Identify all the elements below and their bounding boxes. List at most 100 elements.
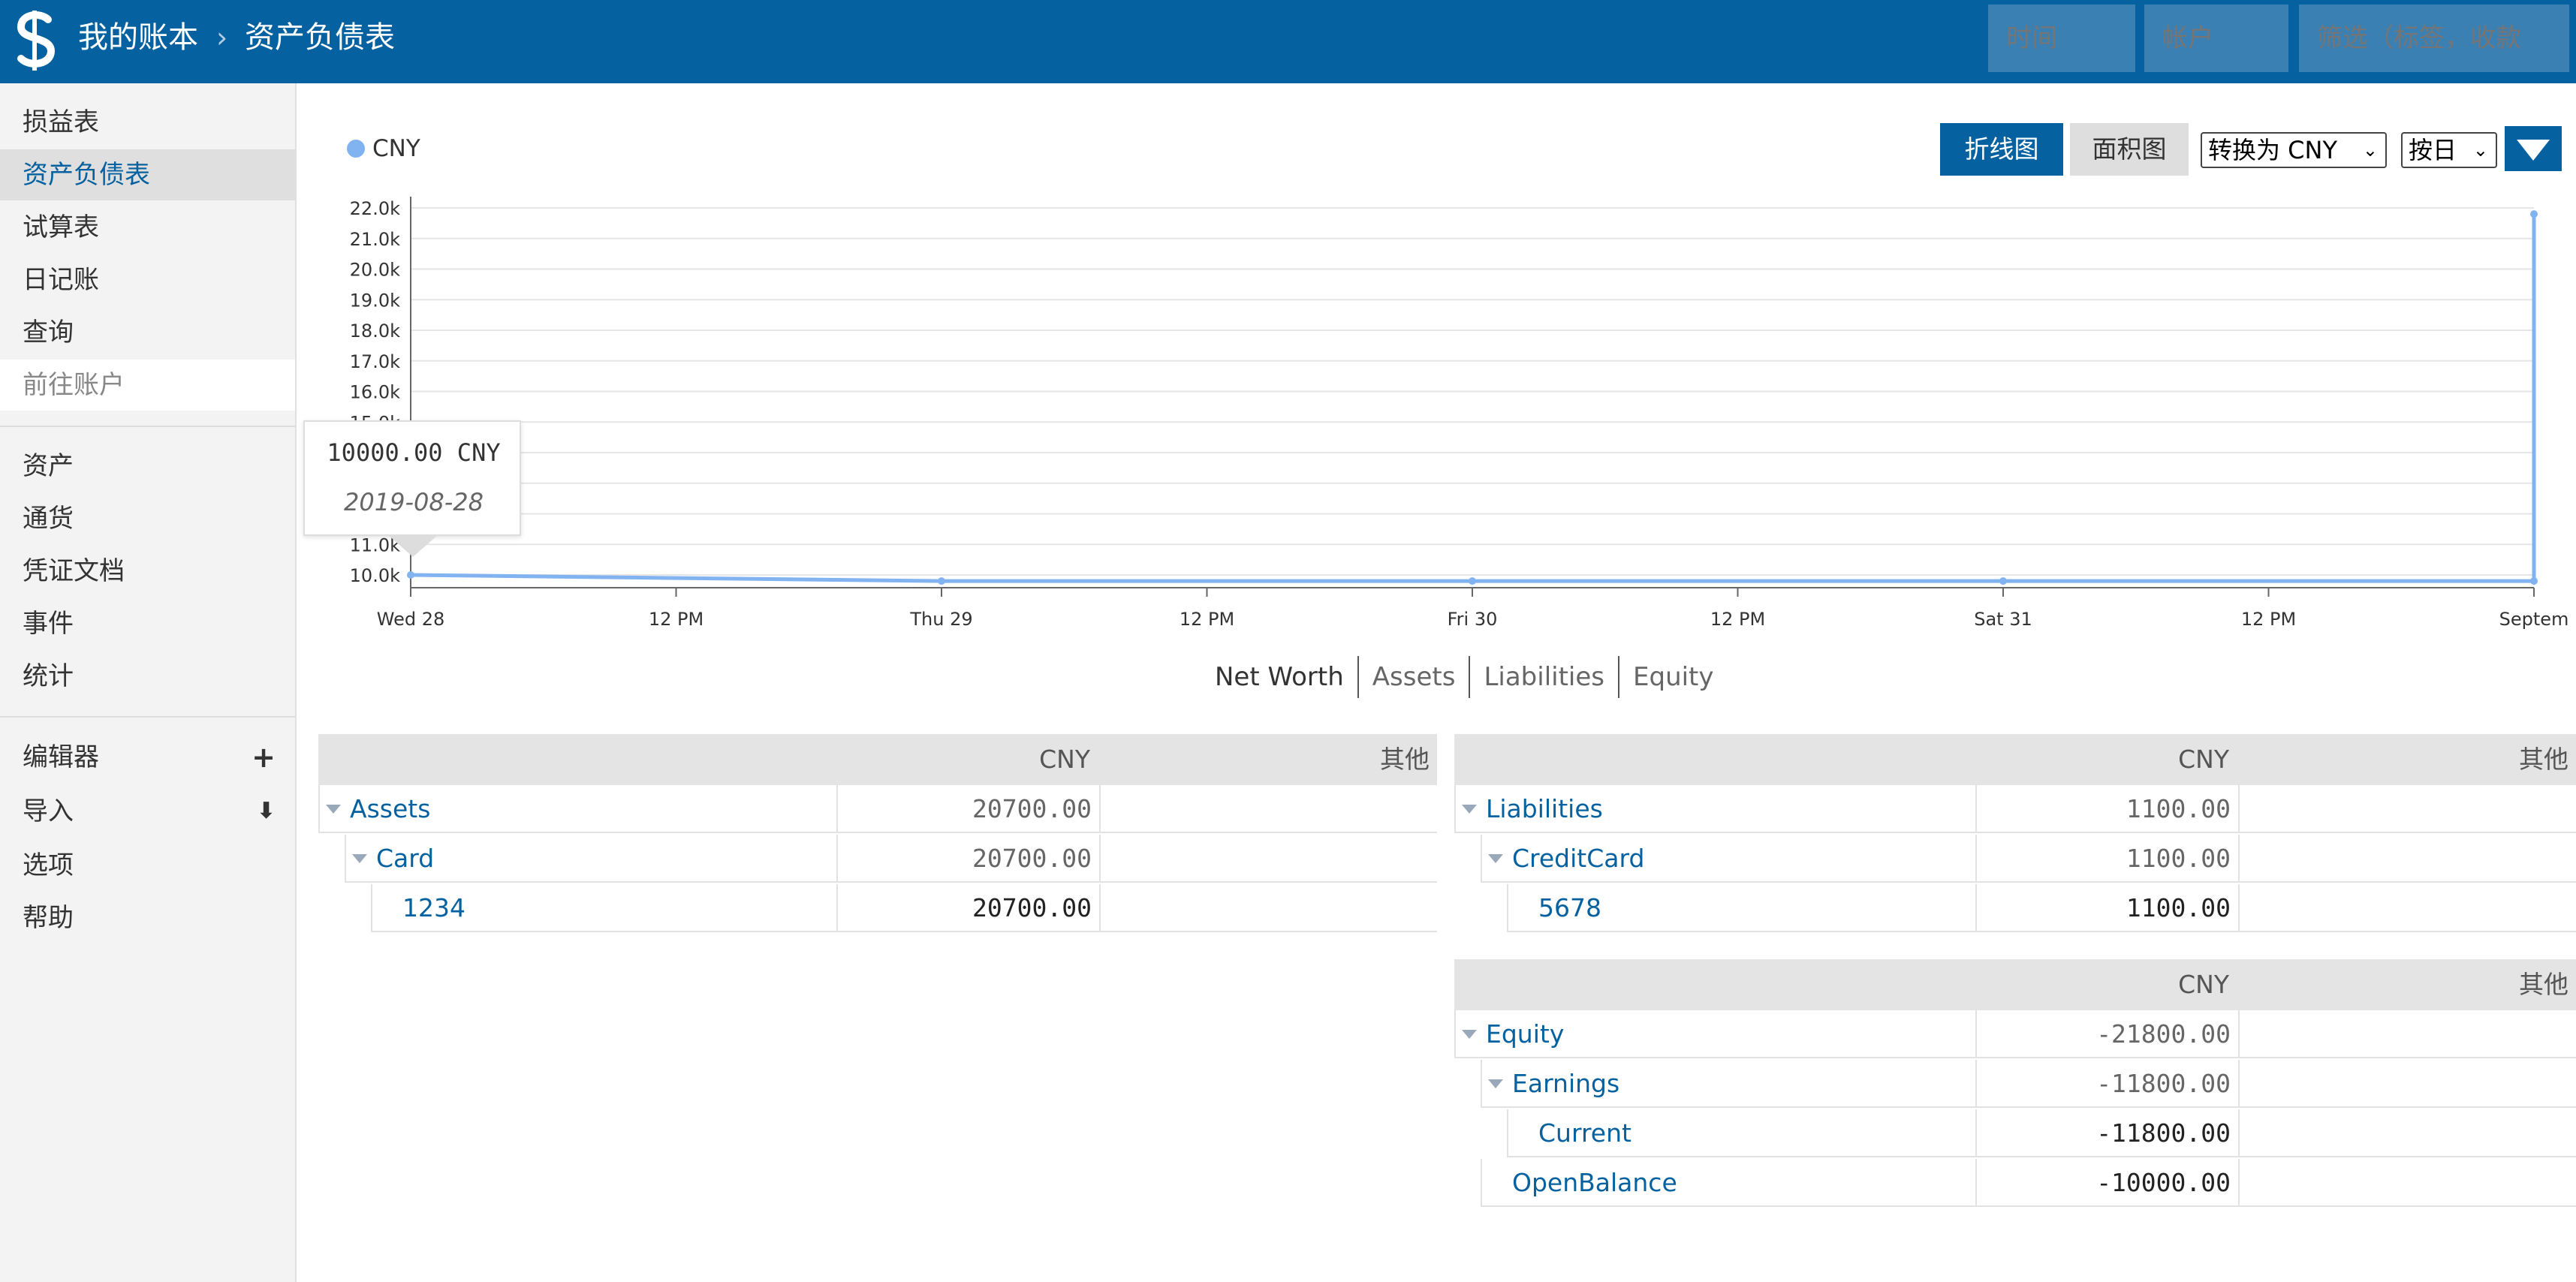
table-row[interactable]: Equity -21800.00 [1454,1010,2576,1058]
tab-assets[interactable]: Assets [1357,656,1469,698]
sidebar-item-label: 前往账户 [23,370,125,400]
equity-tree-table: CNY 其他 Equity -21800.00 Earnings -11800.00 Cur… [1454,959,2576,1214]
sidebar-item-documents[interactable]: 凭证文档 [0,546,295,597]
sidebar-item-balance-sheet[interactable]: 资产负债表 [0,149,295,200]
x-tick-label: Wed 28 [377,609,445,630]
sidebar-item-income-statement[interactable]: 损益表 [0,97,295,148]
sidebar-item-label: 资产负债表 [23,160,150,190]
account-link[interactable]: Liabilities [1486,785,1603,833]
sidebar-item-label: 事件 [23,609,74,639]
legend-label[interactable]: CNY [372,134,420,164]
sidebar-item-query[interactable]: 查询 [0,307,295,358]
table-row[interactable]: CreditCard 1100.00 [1481,835,2576,883]
account-link[interactable]: Earnings [1512,1060,1619,1108]
download-icon[interactable]: ⬇ [257,786,276,837]
x-tick-label: 12 PM [1710,609,1765,630]
expand-toggle-icon[interactable] [1462,1030,1477,1039]
balance-cny: -11800.00 [2096,1069,2231,1098]
sidebar-item-help[interactable]: 帮助 [0,892,295,943]
cell-divider [1099,835,1101,883]
column-header-cny[interactable]: CNY [835,734,1098,785]
sidebar-item-journal[interactable]: 日记账 [0,254,295,305]
tab-equity[interactable]: Equity [1618,656,1728,698]
tag-filter-input[interactable] [2299,5,2569,72]
sidebar-item-label: 编辑器 [23,742,99,772]
expand-toggle-icon[interactable] [352,854,367,863]
currency-conversion-select[interactable]: 转换为 CNY ⌄ [2201,132,2387,168]
account-link[interactable]: 5678 [1538,884,1601,932]
column-header-other[interactable]: 其他 [2237,734,2576,785]
sidebar-item-commodities[interactable]: 资产 [0,441,295,492]
logo-icon[interactable] [11,9,63,72]
expand-toggle-icon[interactable] [1462,805,1477,814]
y-tick-label: 16.0k [350,382,400,403]
sidebar-item-currencies[interactable]: 通货 [0,493,295,544]
table-row[interactable]: Current -11800.00 [1507,1109,2576,1157]
sidebar-item-go-to-account[interactable]: 前往账户 [0,360,295,411]
expand-toggle-icon[interactable] [1488,1079,1503,1088]
chart-toggle-button[interactable] [2505,126,2562,171]
table-row[interactable]: 5678 1100.00 [1507,884,2576,932]
x-tick-label: Sat 31 [1974,609,2032,630]
balance-cny: 1100.00 [2126,844,2231,873]
time-filter-input[interactable] [1988,5,2135,72]
net-worth-line-chart[interactable]: 10.0k11.0k12.0k13.0k14.0k15.0k16.0k17.0k… [315,180,2568,630]
data-point[interactable] [1999,577,2007,585]
sidebar-item-trial-balance[interactable]: 试算表 [0,202,295,253]
tooltip-value: 10000.00 CNY [327,438,501,467]
tab-net-worth[interactable]: Net Worth [1201,656,1357,698]
table-header: CNY 其他 [318,734,1437,785]
column-header-other[interactable]: 其他 [1098,734,1437,785]
data-point[interactable] [407,571,414,579]
line-chart-button[interactable]: 折线图 [1940,123,2063,176]
cell-divider [2238,1109,2240,1157]
account-link[interactable]: OpenBalance [1512,1159,1677,1207]
assets-tree-table: CNY 其他 Assets 20700.00 Card 20700.00 1234 20700… [318,734,1437,937]
account-link[interactable]: Current [1538,1109,1631,1157]
table-row[interactable]: Earnings -11800.00 [1481,1060,2576,1108]
plus-icon[interactable]: + [252,732,276,783]
tab-liabilities[interactable]: Liabilities [1469,656,1618,698]
expand-toggle-icon[interactable] [1488,854,1503,863]
top-header: 我的账本 › 资产负债表 [0,0,2576,83]
balance-cny: 1100.00 [2126,794,2231,823]
x-tick-label: 12 PM [649,609,704,630]
interval-select[interactable]: 按日 ⌄ [2401,132,2497,168]
account-filter-input[interactable] [2144,5,2288,72]
data-point[interactable] [1469,577,1476,585]
x-tick-label: 12 PM [1180,609,1234,630]
table-row[interactable]: Liabilities 1100.00 [1454,785,2576,833]
account-link[interactable]: 1234 [402,884,465,932]
sidebar-item-editor[interactable]: 编辑器 + [0,732,295,783]
area-chart-button[interactable]: 面积图 [2070,123,2189,176]
account-link[interactable]: Assets [350,785,430,833]
account-link[interactable]: CreditCard [1512,835,1644,883]
cell-divider [2238,835,2240,883]
x-tick-label: Thu 29 [909,609,972,630]
column-header-cny[interactable]: CNY [1974,734,2237,785]
account-link[interactable]: Equity [1486,1010,1564,1058]
table-row[interactable]: OpenBalance -10000.00 [1481,1159,2576,1207]
sidebar-item-label: 资产 [23,451,74,481]
table-row[interactable]: Card 20700.00 [345,835,1437,883]
sidebar-item-events[interactable]: 事件 [0,598,295,649]
column-header-other[interactable]: 其他 [2237,959,2576,1010]
balance-cny: 20700.00 [972,794,1092,823]
ledger-title[interactable]: 我的账本 [78,15,198,60]
sidebar-divider [0,426,295,427]
sidebar-item-statistics[interactable]: 统计 [0,651,295,702]
expand-toggle-icon[interactable] [326,805,341,814]
sidebar-item-import[interactable]: 导入 ⬇ [0,786,295,837]
account-link[interactable]: Card [376,835,434,883]
legend-swatch[interactable] [347,140,365,158]
column-header-cny[interactable]: CNY [1974,959,2237,1010]
table-row[interactable]: Assets 20700.00 [318,785,1437,833]
chevron-down-icon: ⌄ [2472,140,2488,161]
data-point[interactable] [938,577,945,585]
table-row[interactable]: 1234 20700.00 [371,884,1437,932]
x-tick-label: 12 PM [2241,609,2296,630]
liabilities-tree-table: CNY 其他 Liabilities 1100.00 CreditCard 1100.00… [1454,734,2576,937]
data-point[interactable] [2530,210,2538,218]
data-point[interactable] [2530,577,2538,585]
sidebar-item-options[interactable]: 选项 [0,840,295,891]
